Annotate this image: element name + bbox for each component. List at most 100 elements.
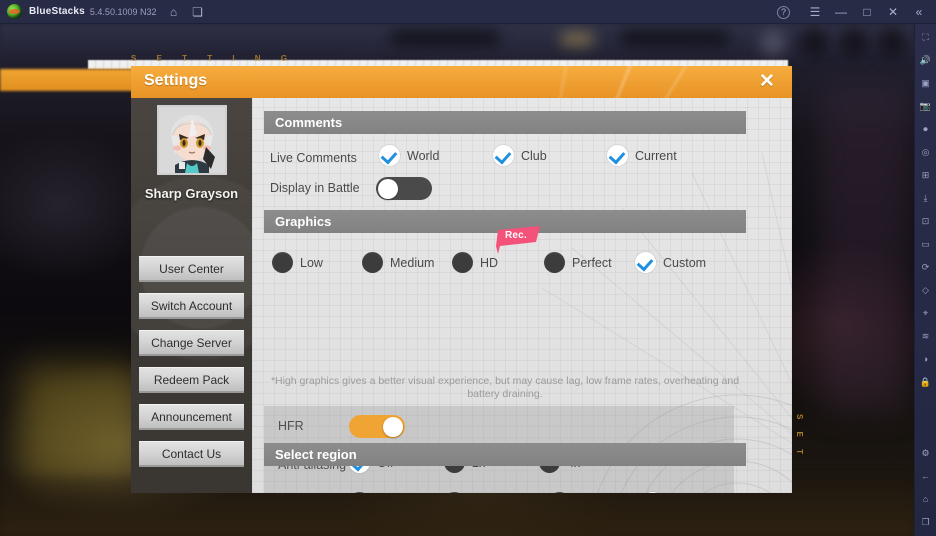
collapse-icon[interactable]: « — [906, 0, 932, 24]
menu-icon[interactable]: ☰ — [802, 0, 828, 24]
section-header-comments: Comments — [264, 111, 746, 134]
home-icon[interactable]: ⌂ — [166, 5, 180, 19]
bluestacks-sidebar: ⛶ 🔊 ▣ 📷 ⏺ ◎ ⊞ ⤓ ⊡ ▭ ⟳ ◇ ⌖ ≋ ◑ 🔒 ⚙ ← ⌂ ❐ — [914, 24, 936, 536]
game-hud-blob — [800, 28, 828, 58]
option-label: World — [407, 148, 440, 163]
live-comments-world-option[interactable]: World — [379, 145, 439, 166]
game-guide-icon[interactable]: ◑ — [918, 351, 934, 367]
help-icon[interactable]: ? — [777, 5, 790, 19]
graphics-preset-custom[interactable]: Custom — [635, 252, 706, 273]
checkbox-checked-icon — [379, 145, 400, 166]
graphics-preset-perfect[interactable]: Perfect — [544, 252, 612, 273]
change-server-button[interactable]: Change Server — [139, 330, 244, 356]
fullscreen-icon[interactable]: ⛶ — [918, 29, 934, 45]
graphics-preset-medium[interactable]: Medium — [362, 252, 434, 273]
multi-instance-sync-icon[interactable]: ⊞ — [918, 167, 934, 183]
maximize-icon[interactable]: □ — [854, 0, 880, 24]
location-icon[interactable]: ⌖ — [918, 305, 934, 321]
toggle-knob — [383, 416, 403, 437]
dialog-header: Settings ✕ — [131, 66, 792, 98]
radio-unselected-icon — [549, 492, 570, 493]
option-label: Low — [300, 255, 323, 270]
option-label: Current — [635, 148, 677, 163]
window-titlebar: BlueStacks 5.4.50.1009 N32 ⌂ ❏ ? ☰ — □ ✕… — [0, 0, 936, 24]
home-nav-icon[interactable]: ⌂ — [918, 491, 934, 507]
media-manager-icon[interactable]: ▭ — [918, 236, 934, 252]
option-label: Custom — [663, 255, 707, 270]
minimize-icon[interactable]: — — [828, 0, 854, 24]
option-label: Medium — [390, 255, 435, 270]
window-controls: ? ☰ — □ ✕ « — [777, 0, 932, 24]
hfr-toggle[interactable] — [349, 415, 405, 438]
multi-instance-icon[interactable]: ❏ — [190, 5, 204, 19]
profile-button-list: User Center Switch Account Change Server… — [139, 256, 244, 478]
page-title: Settings — [144, 72, 208, 89]
resolution-option-low[interactable]: Low — [349, 492, 400, 493]
live-comments-label: Live Comments — [270, 151, 357, 165]
live-comments-current-option[interactable]: Current — [607, 145, 677, 166]
user-center-button[interactable]: User Center — [139, 256, 244, 282]
option-label: Perfect — [572, 255, 612, 270]
display-in-battle-label: Display in Battle — [270, 181, 360, 195]
section-header-select-region: Select region — [264, 443, 746, 466]
display-in-battle-toggle[interactable] — [376, 177, 432, 200]
redeem-pack-button[interactable]: Redeem Pack — [139, 367, 244, 393]
settings-content: Comments Live Comments World Club Curren… — [252, 98, 792, 493]
screenshot-icon[interactable]: 📷 — [918, 98, 934, 114]
graphics-preset-low[interactable]: Low — [272, 252, 323, 273]
switch-account-button[interactable]: Switch Account — [139, 293, 244, 319]
eco-mode-icon[interactable]: ⊡ — [918, 213, 934, 229]
settings-dialog: S E T T I N G S E T Settings ✕ Sharp Gra… — [131, 54, 804, 493]
radio-unselected-icon — [362, 252, 383, 273]
live-comments-club-option[interactable]: Club — [493, 145, 547, 166]
recents-icon[interactable]: ❐ — [918, 514, 934, 530]
resolution-option-uhd[interactable]: UHD — [642, 492, 697, 493]
game-scene-blob — [820, 84, 910, 414]
lock-icon[interactable]: 🔒 — [918, 374, 934, 390]
radio-selected-icon — [642, 492, 663, 493]
dialog-watermark-side: S E T — [795, 413, 804, 459]
game-hud-blob — [560, 32, 594, 46]
checkbox-checked-icon — [607, 145, 628, 166]
profile-name: Sharp Grayson — [144, 186, 239, 201]
radio-selected-icon — [635, 252, 656, 273]
graphics-preset-hd[interactable]: HD — [452, 252, 498, 273]
rotate-icon[interactable]: ⟳ — [918, 259, 934, 275]
contact-us-button[interactable]: Contact Us — [139, 441, 244, 467]
macro-recorder-icon[interactable]: ◎ — [918, 144, 934, 160]
toggle-knob — [378, 178, 398, 199]
record-screen-icon[interactable]: ⏺ — [918, 121, 934, 137]
close-icon[interactable]: ✕ — [880, 0, 906, 24]
volume-icon[interactable]: 🔊 — [918, 52, 934, 68]
graphics-note: *High graphics gives a better visual exp… — [270, 375, 740, 400]
keymapping-icon[interactable]: ▣ — [918, 75, 934, 91]
resolution-option-common[interactable]: Common — [444, 492, 523, 493]
announcement-button[interactable]: Announcement — [139, 404, 244, 430]
dialog-body: Sharp Grayson User Center Switch Account… — [131, 98, 792, 493]
avatar[interactable] — [157, 105, 227, 175]
game-hud-blob — [390, 30, 500, 46]
settings-gear-icon[interactable]: ⚙ — [918, 445, 934, 461]
radio-unselected-icon — [452, 252, 473, 273]
app-name: BlueStacks — [29, 6, 85, 17]
shake-icon[interactable]: ◇ — [918, 282, 934, 298]
game-hud-blob — [840, 28, 868, 58]
resolution-option-hd[interactable]: HD — [549, 492, 595, 493]
install-apk-icon[interactable]: ⤓ — [918, 190, 934, 206]
game-hud-blob — [760, 30, 786, 56]
radio-unselected-icon — [272, 252, 293, 273]
recommended-badge: Rec. — [494, 226, 540, 254]
game-hud-blob — [878, 28, 906, 58]
radio-unselected-icon — [444, 492, 465, 493]
game-hud-blob — [620, 30, 730, 46]
hfr-label: HFR — [278, 419, 304, 433]
script-icon[interactable]: ≋ — [918, 328, 934, 344]
close-icon[interactable]: ✕ — [756, 71, 778, 93]
checkbox-checked-icon — [493, 145, 514, 166]
option-label: HD — [480, 255, 499, 270]
badge-label: Rec. — [505, 230, 527, 241]
bluestacks-logo-icon — [7, 4, 22, 19]
back-icon[interactable]: ← — [918, 468, 934, 484]
radio-unselected-icon — [349, 492, 370, 493]
radio-unselected-icon — [544, 252, 565, 273]
